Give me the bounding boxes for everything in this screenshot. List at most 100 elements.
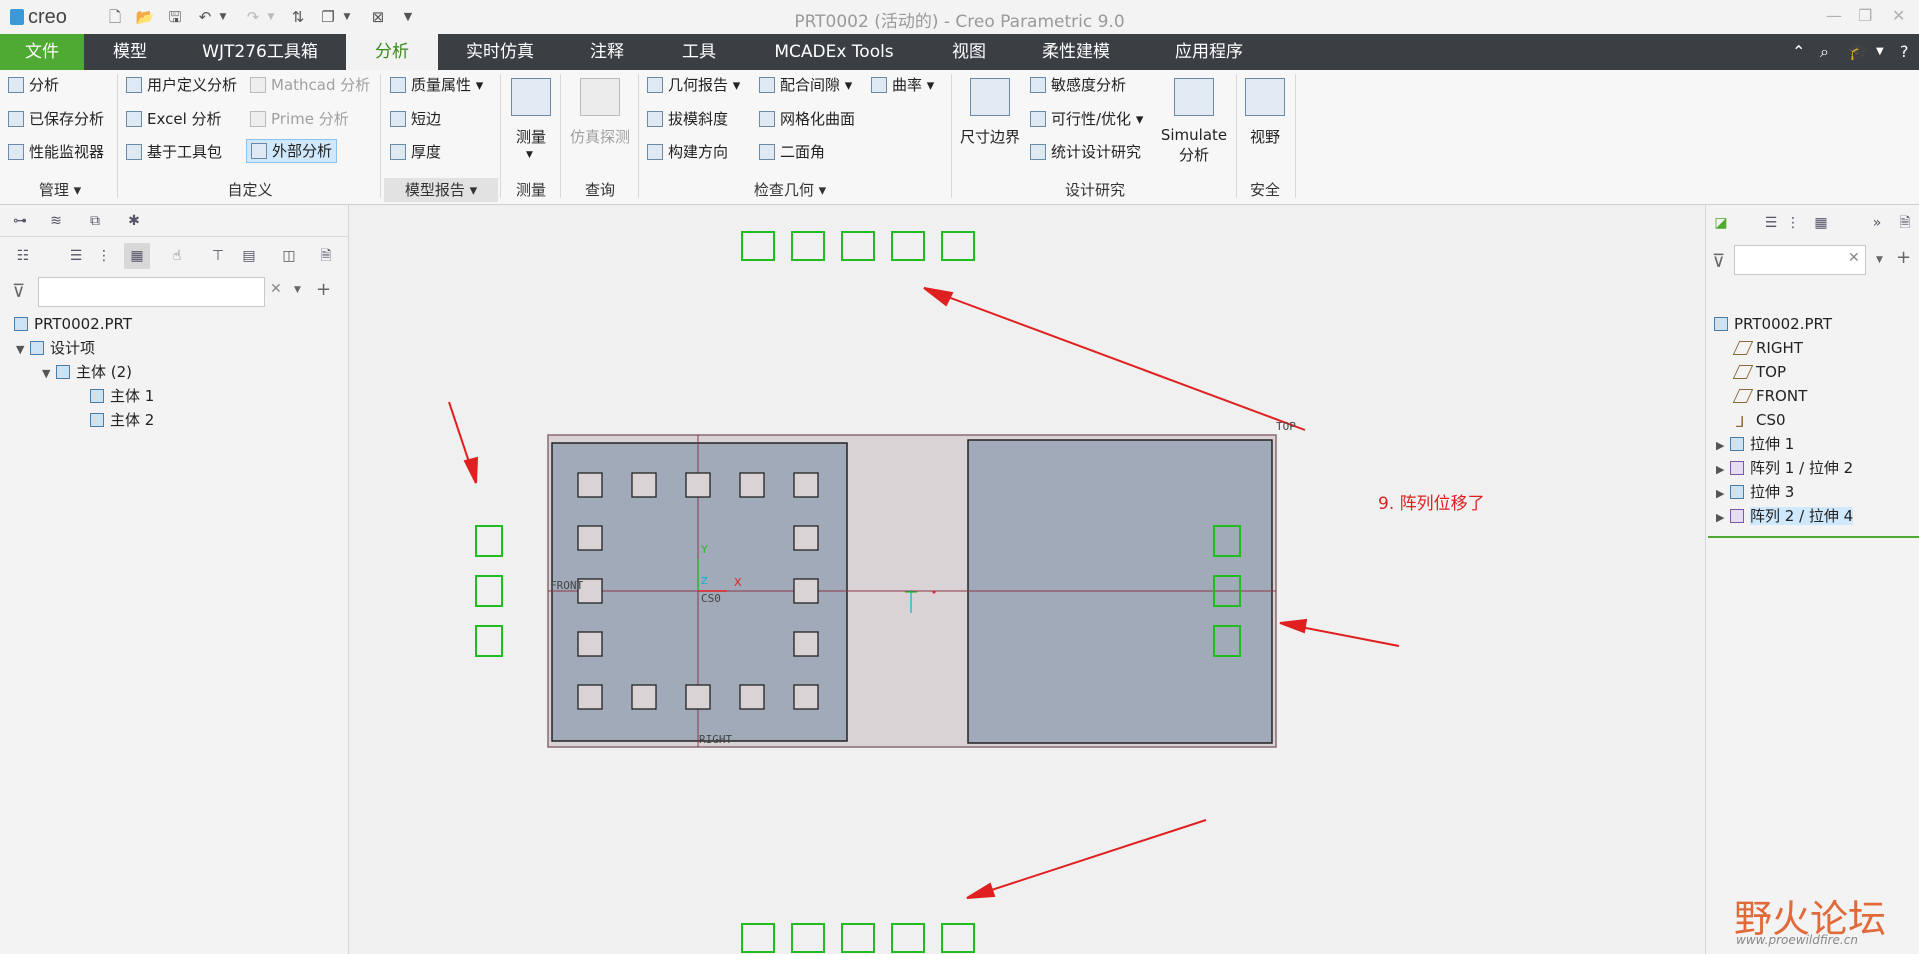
- dimension-boundary-button[interactable]: 尺寸边界: [955, 126, 1025, 147]
- feature-search-input[interactable]: [1734, 245, 1866, 275]
- simulation-probe-button[interactable]: 仿真探测: [566, 126, 634, 147]
- mating-clearance-button[interactable]: 配合间隙 ▾: [759, 74, 852, 96]
- more-options-icon[interactable]: »: [1866, 212, 1888, 234]
- expand-arrow-icon[interactable]: ▶: [1716, 482, 1730, 506]
- feature-item-pattern-1[interactable]: ▶ 阵列 1 / 拉伸 2: [1716, 456, 1853, 480]
- learning-dropdown-icon[interactable]: ▼: [1876, 46, 1884, 57]
- tree-expand-icon[interactable]: ⋮: [1782, 212, 1804, 234]
- menu-model[interactable]: 模型: [95, 34, 165, 70]
- tree-columns-icon[interactable]: ☰: [65, 245, 87, 267]
- group-label-inspect-geometry[interactable]: 检查几何 ▾: [740, 178, 840, 202]
- maximize-icon[interactable]: ❐: [1858, 6, 1872, 25]
- menu-tools[interactable]: 工具: [664, 34, 734, 70]
- clear-filter-icon[interactable]: ✕: [1848, 250, 1860, 266]
- performance-monitor-button[interactable]: 性能监视器: [8, 141, 104, 163]
- measure-dropdown-icon[interactable]: ▼: [526, 150, 533, 160]
- insert-indicator[interactable]: [1708, 536, 1919, 538]
- feature-item-cs0[interactable]: ⅃ CS0: [1736, 408, 1786, 432]
- menu-applications[interactable]: 应用程序: [1154, 34, 1264, 70]
- collapse-arrow-icon[interactable]: ▼: [42, 362, 56, 386]
- menu-realtime-simulation[interactable]: 实时仿真: [454, 34, 546, 70]
- tree-item-part[interactable]: PRT0002.PRT: [14, 312, 132, 336]
- group-label-manage[interactable]: 管理 ▾: [20, 178, 100, 202]
- curvature-button[interactable]: 曲率 ▾: [871, 74, 934, 96]
- prime-analysis-button[interactable]: Prime 分析: [250, 108, 349, 130]
- field-of-view-icon[interactable]: [1245, 78, 1285, 116]
- toolkit-based-button[interactable]: 基于工具包: [126, 141, 222, 163]
- collapse-ribbon-icon[interactable]: ⌃: [1792, 42, 1805, 61]
- filter-dropdown-icon[interactable]: ▼: [1876, 255, 1883, 265]
- feature-item-top[interactable]: TOP: [1732, 360, 1786, 384]
- feature-item-extrude-1[interactable]: ▶ 拉伸 1: [1716, 432, 1794, 456]
- group-label-model-report[interactable]: 模型报告 ▾: [384, 178, 498, 202]
- tree-expand-icon[interactable]: ⋮: [93, 245, 115, 267]
- add-filter-icon[interactable]: +: [316, 279, 331, 300]
- feature-tree-tab-icon[interactable]: ◪: [1710, 212, 1732, 234]
- sensitivity-analysis-button[interactable]: 敏感度分析: [1030, 74, 1126, 96]
- help-icon[interactable]: ?: [1900, 42, 1909, 61]
- mathcad-analysis-button[interactable]: Mathcad 分析: [250, 74, 370, 96]
- menu-wjt276-toolbox[interactable]: WJT276工具箱: [186, 34, 334, 70]
- model-tree-tab-icon[interactable]: ⊶: [9, 210, 31, 232]
- menu-file[interactable]: 文件: [0, 34, 84, 70]
- tree-settings-icon[interactable]: ☷: [12, 245, 34, 267]
- tree-columns-icon[interactable]: ☰: [1760, 212, 1782, 234]
- feasibility-optimization-button[interactable]: 可行性/优化 ▾: [1030, 108, 1143, 130]
- measure-icon[interactable]: [511, 78, 551, 116]
- minimize-icon[interactable]: —: [1826, 6, 1842, 25]
- filter-dropdown-icon[interactable]: ▼: [294, 285, 301, 295]
- tree-notes-icon[interactable]: 🗎: [315, 245, 337, 267]
- collapse-arrow-icon[interactable]: ▼: [16, 338, 30, 362]
- learning-icon[interactable]: 🎓: [1848, 42, 1868, 61]
- build-direction-button[interactable]: 构建方向: [647, 141, 728, 163]
- folder-browser-tab-icon[interactable]: ⧉: [84, 210, 106, 232]
- show-hide-icon[interactable]: ☝: [166, 245, 188, 267]
- analysis-button[interactable]: 分析: [8, 74, 59, 96]
- favorites-tab-icon[interactable]: ✱: [123, 210, 145, 232]
- feature-item-part[interactable]: PRT0002.PRT: [1714, 312, 1832, 336]
- feature-item-pattern-2[interactable]: ▶ 阵列 2 / 拉伸 4: [1716, 504, 1854, 530]
- saved-analysis-button[interactable]: 已保存分析: [8, 108, 104, 130]
- add-filter-icon[interactable]: +: [1896, 247, 1911, 268]
- excel-analysis-button[interactable]: Excel 分析: [126, 108, 222, 130]
- user-defined-analysis-button[interactable]: 用户定义分析: [126, 74, 237, 96]
- search-icon[interactable]: ⌕: [1820, 42, 1829, 62]
- feature-item-extrude-3[interactable]: ▶ 拉伸 3: [1716, 480, 1794, 504]
- close-icon[interactable]: ✕: [1892, 6, 1905, 25]
- dimension-boundary-icon[interactable]: [970, 78, 1010, 116]
- clear-filter-icon[interactable]: ✕: [270, 281, 282, 297]
- tree-table-icon[interactable]: ▤: [238, 245, 260, 267]
- tree-item-bodies[interactable]: ▼ 主体 (2): [42, 360, 132, 384]
- expand-arrow-icon[interactable]: ▶: [1716, 458, 1730, 482]
- expand-arrow-icon[interactable]: ▶: [1716, 506, 1730, 530]
- tree-search-input[interactable]: [38, 277, 265, 307]
- menu-view[interactable]: 视图: [934, 34, 1004, 70]
- geometry-report-button[interactable]: 几何报告 ▾: [647, 74, 740, 96]
- short-edge-button[interactable]: 短边: [390, 108, 441, 130]
- mesh-surface-button[interactable]: 网格化曲面: [759, 108, 855, 130]
- external-analysis-button[interactable]: 外部分析: [246, 139, 338, 163]
- tree-item-body-2[interactable]: 主体 2: [90, 408, 154, 432]
- simulate-analysis-button[interactable]: Simulate 分析: [1160, 126, 1228, 165]
- graphics-window[interactable]: TOP FRONT RIGHT CS0 X Y Z 9. 阵列位移了: [349, 205, 1705, 954]
- layer-tree-tab-icon[interactable]: ≋: [45, 210, 67, 232]
- menu-annotate[interactable]: 注释: [572, 34, 642, 70]
- menu-mcadex-tools[interactable]: MCADEx Tools: [760, 34, 908, 70]
- measure-button[interactable]: 测量: [506, 126, 556, 147]
- menu-flexible-modeling[interactable]: 柔性建模: [1030, 34, 1122, 70]
- tree-filter-icon[interactable]: ⊤: [207, 245, 229, 267]
- tree-notes-icon[interactable]: 🗎: [1894, 212, 1916, 234]
- field-of-view-button[interactable]: 视野: [1240, 126, 1290, 147]
- expand-arrow-icon[interactable]: ▶: [1716, 434, 1730, 458]
- tree-item-design-items[interactable]: ▼ 设计项: [16, 336, 95, 360]
- dihedral-angle-button[interactable]: 二面角: [759, 141, 825, 163]
- tree-item-body-1[interactable]: 主体 1: [90, 384, 154, 408]
- menu-analysis[interactable]: 分析: [346, 34, 438, 70]
- feature-item-front[interactable]: FRONT: [1732, 384, 1807, 408]
- feature-item-right[interactable]: RIGHT: [1732, 336, 1803, 360]
- simulate-analysis-icon[interactable]: [1174, 78, 1214, 116]
- statistical-design-study-button[interactable]: 统计设计研究: [1030, 141, 1141, 163]
- tree-shapes-icon[interactable]: ◫: [278, 245, 300, 267]
- tree-table-icon[interactable]: ▦: [1810, 212, 1832, 234]
- tree-display-icon[interactable]: ▦: [124, 243, 150, 269]
